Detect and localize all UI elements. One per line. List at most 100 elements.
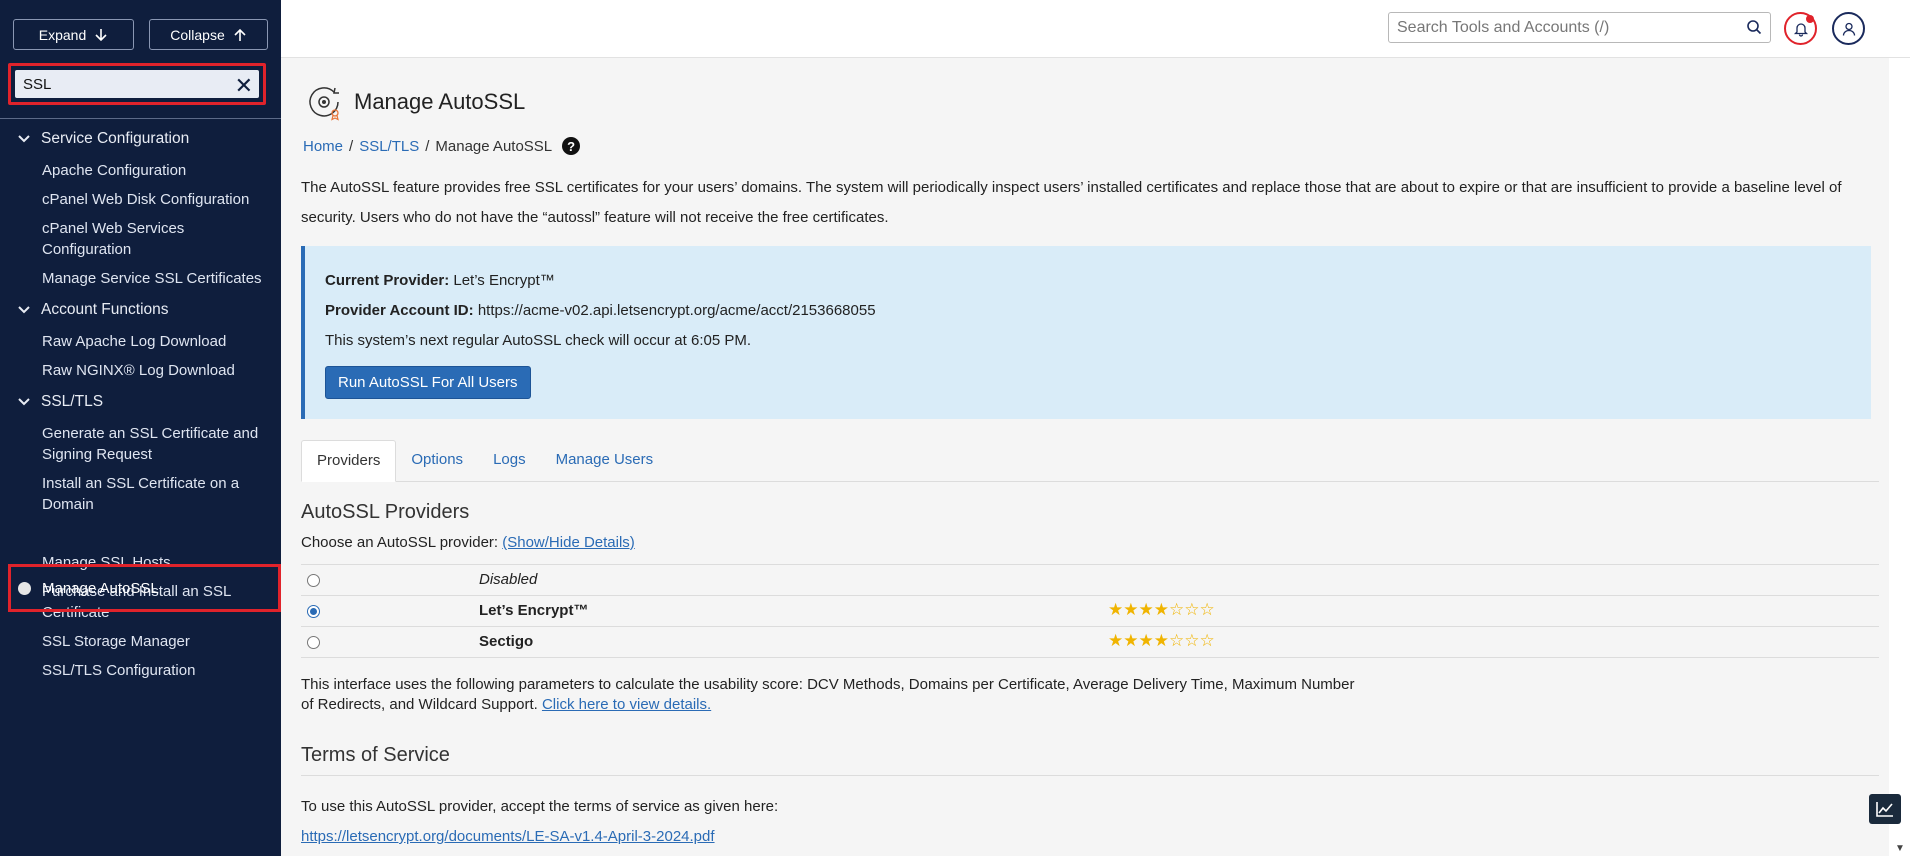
collapse-button[interactable]: Collapse [149,19,268,50]
sidebar-item-manage-autossl[interactable]: Manage AutoSSL [0,576,281,600]
sidebar-item-cpanel-web-services[interactable]: cPanel Web Services Configuration [0,214,281,264]
sidebar-group-label: Service Configuration [41,130,190,147]
collapse-label: Collapse [170,26,225,43]
global-search-input[interactable]: Search Tools and Accounts (/) [1388,12,1771,43]
page-scrollbar[interactable] [1889,58,1910,856]
help-icon[interactable]: ? [562,137,581,155]
provider-row-letsencrypt[interactable]: Let’s Encrypt™ ★★★★☆☆☆ [301,596,1879,627]
usability-note: This interface uses the following parame… [301,675,1371,715]
provider-name: Disabled [479,571,538,588]
sidebar-item-generate-ssl-csr[interactable]: Generate an SSL Certificate and Signing … [0,419,281,469]
user-icon [1842,22,1855,36]
provider-radio-disabled[interactable] [307,574,320,587]
sidebar-item-install-ssl[interactable]: Install an SSL Certificate on a Domain [0,469,281,519]
usability-text: This interface uses the following parame… [301,676,1355,713]
sidebar-divider [0,118,281,119]
tab-logs[interactable]: Logs [478,440,541,482]
sidebar-item-label: Manage AutoSSL [42,579,159,597]
sidebar-item-cpanel-web-disk[interactable]: cPanel Web Disk Configuration [0,185,281,214]
chevron-down-icon [18,398,30,406]
next-check-text: This system’s next regular AutoSSL check… [325,332,752,349]
provider-rating-stars: ★★★★☆☆☆ [1108,631,1215,651]
sidebar-search-highlight: SSL ✕ [8,63,266,105]
sidebar-item-ssl-tls-config[interactable]: SSL/TLS Configuration [0,656,281,685]
breadcrumb-separator: / [425,137,430,155]
arrow-up-icon [234,28,246,41]
sidebar-group-service-configuration[interactable]: Service Configuration [0,122,281,156]
sidebar-group-label: SSL/TLS [41,393,104,410]
sidebar-group-label: Account Functions [41,301,169,318]
page-title: Manage AutoSSL [354,89,526,114]
current-provider-value: Let’s Encrypt™ [453,272,555,289]
main-content: Manage AutoSSL Home / SSL/TLS / Manage A… [281,58,1889,856]
search-icon[interactable] [1746,19,1762,35]
providers-table: Disabled Let’s Encrypt™ ★★★★☆☆☆ Sectigo … [301,564,1879,658]
chevron-down-icon [18,135,30,143]
breadcrumb-current: Manage AutoSSL [435,137,553,155]
sidebar-item-ssl-storage[interactable]: SSL Storage Manager [0,627,281,656]
sidebar-search-value: SSL [23,75,52,93]
current-provider-label: Current Provider: [325,272,450,289]
provider-row-sectigo[interactable]: Sectigo ★★★★☆☆☆ [301,627,1879,658]
usability-details-link[interactable]: Click here to view details. [542,696,711,713]
bell-icon [1793,22,1808,37]
sidebar: Expand Collapse SSL ✕ Service Configurat… [0,0,281,856]
expand-button[interactable]: Expand [13,19,134,50]
sidebar-item-apache-configuration[interactable]: Apache Configuration [0,156,281,185]
provider-info-panel: Current Provider: Let’s Encrypt™ Provide… [301,246,1871,419]
notifications-button[interactable] [1784,12,1817,45]
autossl-gear-icon [309,87,339,121]
tab-providers[interactable]: Providers [301,440,397,482]
provider-account-label: Provider Account ID: [325,302,474,319]
expand-label: Expand [38,26,87,43]
sidebar-item-raw-apache-log[interactable]: Raw Apache Log Download [0,327,281,356]
run-autossl-button[interactable]: Run AutoSSL For All Users [325,366,531,399]
sidebar-group-ssl-tls[interactable]: SSL/TLS [0,385,281,419]
current-provider-row: Current Provider: Let’s Encrypt™ [325,266,1851,296]
providers-section-title: AutoSSL Providers [301,501,470,523]
active-dot-icon [18,581,31,595]
provider-name: Let’s Encrypt™ [479,602,589,619]
trend-chart-icon [1876,802,1893,817]
tos-divider [301,775,1879,776]
breadcrumb-home-link[interactable]: Home [303,138,343,155]
star-full-icon: ★★★★ [1108,631,1169,650]
tab-bar: Providers Options Logs Manage Users [301,440,1879,482]
tos-text: To use this AutoSSL provider, accept the… [301,798,779,815]
star-empty-icon: ☆☆☆ [1168,600,1215,619]
analytics-chart-button[interactable] [1869,794,1901,824]
breadcrumb-separator: / [349,137,354,155]
provider-name: Sectigo [479,633,534,650]
clear-search-icon[interactable]: ✕ [235,73,253,99]
page-header: Manage AutoSSL [302,80,525,124]
sidebar-search-input[interactable]: SSL ✕ [15,70,259,98]
user-menu-button[interactable] [1832,12,1865,45]
tab-manage-users[interactable]: Manage Users [541,440,669,482]
sidebar-item-raw-nginx-log[interactable]: Raw NGINX® Log Download [0,356,281,385]
star-empty-icon: ☆☆☆ [1168,631,1215,650]
tos-link[interactable]: https://letsencrypt.org/documents/LE-SA-… [301,828,715,845]
breadcrumb: Home / SSL/TLS / Manage AutoSSL ? [303,137,581,155]
breadcrumb-ssl-tls-link[interactable]: SSL/TLS [359,138,419,155]
provider-radio-sectigo[interactable] [307,636,320,649]
choose-provider-label: Choose an AutoSSL provider: [301,534,499,551]
page-description: The AutoSSL feature provides free SSL ce… [301,179,1842,226]
arrow-down-icon [95,28,107,41]
scroll-down-icon[interactable]: ▼ [1895,843,1905,854]
notification-dot [1806,15,1814,23]
provider-radio-letsencrypt[interactable] [307,605,320,618]
star-full-icon: ★★★★ [1108,600,1169,619]
sidebar-group-account-functions[interactable]: Account Functions [0,293,281,327]
show-hide-details-link[interactable]: (Show/Hide Details) [502,534,635,551]
choose-provider-text: Choose an AutoSSL provider: (Show/Hide D… [301,534,635,551]
top-bar: Search Tools and Accounts (/) [281,0,1910,58]
sidebar-item-manage-service-ssl[interactable]: Manage Service SSL Certificates [0,264,281,293]
global-search-placeholder: Search Tools and Accounts (/) [1397,18,1610,36]
chevron-down-icon [18,306,30,314]
tab-options[interactable]: Options [396,440,478,482]
provider-rating-stars: ★★★★☆☆☆ [1108,600,1215,620]
provider-account-value: https://acme-v02.api.letsencrypt.org/acm… [477,302,876,319]
tos-title: Terms of Service [301,744,450,766]
provider-row-disabled[interactable]: Disabled [301,565,1879,596]
provider-account-row: Provider Account ID: https://acme-v02.ap… [325,296,1851,326]
